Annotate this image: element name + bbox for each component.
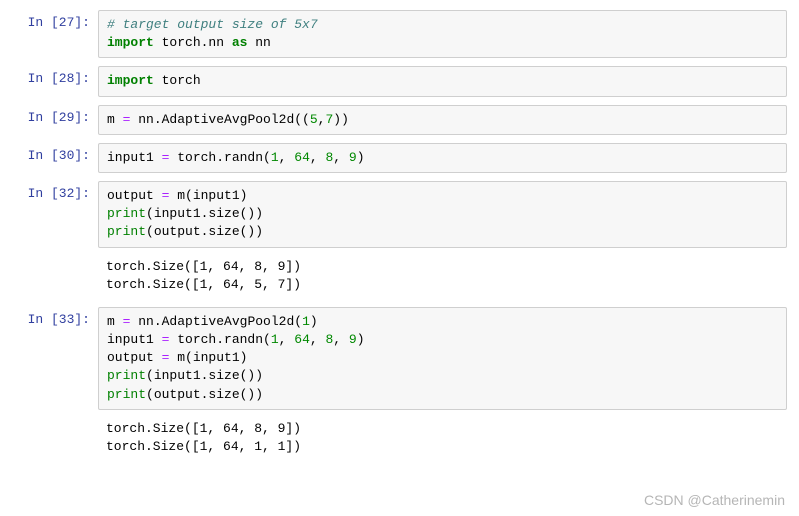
code-cell: In [28]:import torch	[12, 66, 787, 96]
input-prompt: In [29]:	[12, 105, 98, 130]
input-prompt: In [30]:	[12, 143, 98, 168]
output-prompt	[12, 256, 98, 266]
notebook-cells: In [27]:# target output size of 5x7 impo…	[12, 10, 787, 461]
input-prompt: In [28]:	[12, 66, 98, 91]
code-input[interactable]: m = nn.AdaptiveAvgPool2d((5,7))	[98, 105, 787, 135]
code-cell: In [29]:m = nn.AdaptiveAvgPool2d((5,7))	[12, 105, 787, 135]
output-cell: torch.Size([1, 64, 8, 9]) torch.Size([1,…	[12, 418, 787, 461]
code-output: torch.Size([1, 64, 8, 9]) torch.Size([1,…	[98, 256, 787, 299]
code-cell: In [27]:# target output size of 5x7 impo…	[12, 10, 787, 58]
code-input[interactable]: # target output size of 5x7 import torch…	[98, 10, 787, 58]
code-cell: In [33]:m = nn.AdaptiveAvgPool2d(1) inpu…	[12, 307, 787, 410]
code-input[interactable]: input1 = torch.randn(1, 64, 8, 9)	[98, 143, 787, 173]
output-prompt	[12, 418, 98, 428]
output-cell: torch.Size([1, 64, 8, 9]) torch.Size([1,…	[12, 256, 787, 299]
code-input[interactable]: import torch	[98, 66, 787, 96]
input-prompt: In [32]:	[12, 181, 98, 206]
code-input[interactable]: m = nn.AdaptiveAvgPool2d(1) input1 = tor…	[98, 307, 787, 410]
code-input[interactable]: output = m(input1) print(input1.size()) …	[98, 181, 787, 248]
code-cell: In [32]:output = m(input1) print(input1.…	[12, 181, 787, 248]
input-prompt: In [33]:	[12, 307, 98, 332]
input-prompt: In [27]:	[12, 10, 98, 35]
code-cell: In [30]:input1 = torch.randn(1, 64, 8, 9…	[12, 143, 787, 173]
watermark-text: CSDN @Catherinemin	[644, 492, 785, 508]
code-output: torch.Size([1, 64, 8, 9]) torch.Size([1,…	[98, 418, 787, 461]
